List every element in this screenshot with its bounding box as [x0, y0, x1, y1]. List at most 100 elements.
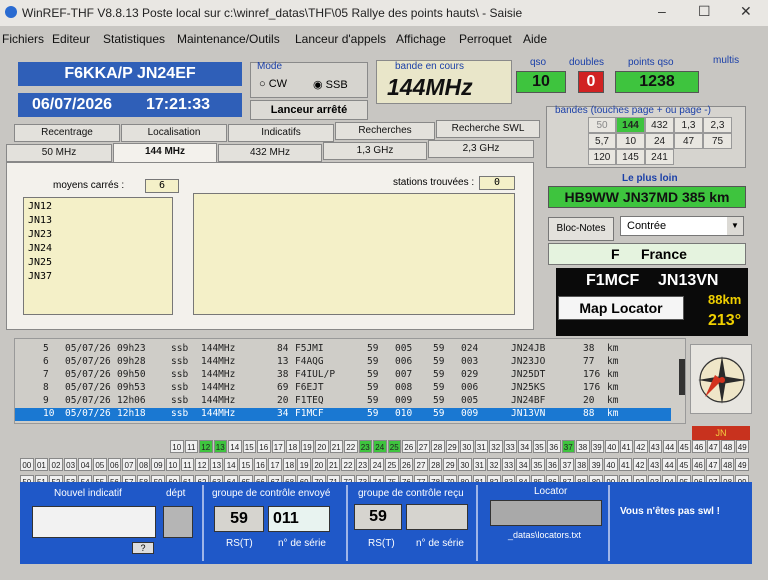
band-cell[interactable]: 5,7 — [588, 133, 616, 149]
log-row[interactable]: 8 05/07/26 09h53 ssb 144MHz 69 F6EJT 59 008 59 006… — [15, 382, 671, 395]
serial-cell[interactable]: 38 — [576, 440, 590, 453]
menu-perroquet[interactable]: Perroquet — [459, 32, 512, 46]
serial-cell[interactable]: 23 — [358, 440, 372, 453]
serial-cell[interactable]: 14 — [224, 458, 238, 471]
serial-cell[interactable]: 46 — [691, 458, 706, 471]
serial-cell[interactable]: 00 — [20, 458, 34, 471]
serial-cell[interactable]: 08 — [136, 458, 151, 471]
log-row[interactable]: 10 05/07/26 12h18 ssb 144MHz 34 F1MCF 59 010 59 00… — [15, 408, 671, 421]
serial-cell[interactable]: 42 — [633, 458, 647, 471]
tab-indicatifs[interactable]: Indicatifs — [228, 124, 334, 142]
tab-recherche-swl[interactable]: Recherche SWL — [436, 120, 540, 138]
serial-cell[interactable]: 49 — [735, 440, 749, 453]
serial-cell[interactable]: 13 — [209, 458, 224, 471]
serial-cell[interactable]: 31 — [472, 458, 487, 471]
serial-cell[interactable]: 14 — [228, 440, 242, 453]
serial-cell[interactable]: 43 — [647, 458, 662, 471]
serial-cell[interactable]: 40 — [605, 440, 619, 453]
serial-cell[interactable]: 28 — [428, 458, 443, 471]
square-item[interactable]: JN24 — [28, 242, 168, 256]
band-cell[interactable]: 47 — [674, 133, 703, 149]
serial-cell[interactable]: 30 — [460, 440, 474, 453]
mode-cw-radio[interactable]: ○ CW — [259, 78, 287, 90]
serial-cell[interactable]: 39 — [590, 440, 604, 453]
square-item[interactable]: JN12 — [28, 200, 168, 214]
serial-cell[interactable]: 10 — [166, 458, 180, 471]
band-cell[interactable]: 75 — [703, 133, 732, 149]
serial-cell[interactable]: 38 — [574, 458, 589, 471]
square-item[interactable]: JN37 — [28, 270, 168, 284]
serial-cell[interactable]: 45 — [677, 458, 691, 471]
log-row[interactable]: 6 05/07/26 09h28 ssb 144MHz 13 F4AQG 59 006 59 003… — [15, 356, 671, 369]
recv-rs[interactable]: 59 — [354, 504, 402, 530]
serial-cell[interactable]: 23 — [355, 458, 370, 471]
menu-editeur[interactable]: Editeur — [52, 32, 90, 46]
band-cell[interactable]: 1,3 — [674, 117, 703, 133]
serial-cell[interactable]: 34 — [516, 458, 530, 471]
serial-cell[interactable]: 47 — [706, 440, 720, 453]
sent-serial[interactable]: 011 — [268, 506, 330, 532]
serial-cell[interactable]: 18 — [282, 458, 297, 471]
serial-cell[interactable]: 11 — [184, 440, 198, 453]
log-row[interactable]: 5 05/07/26 09h23 ssb 144MHz 84 F5JMI 59 005 59 024… — [15, 343, 671, 356]
serial-cell[interactable]: 36 — [545, 458, 560, 471]
square-item[interactable]: JN25 — [28, 256, 168, 270]
tab-recentrage[interactable]: Recentrage — [14, 124, 120, 142]
serial-cell[interactable]: 17 — [268, 458, 282, 471]
band-cell[interactable]: 10 — [616, 133, 645, 149]
map-locator-button[interactable]: Map Locator — [558, 296, 684, 320]
square-item[interactable]: JN13 — [28, 214, 168, 228]
serial-cell[interactable]: 30 — [458, 458, 472, 471]
serial-cell[interactable]: 26 — [402, 440, 416, 453]
serial-cell[interactable]: 15 — [242, 440, 256, 453]
serial-cell[interactable]: 16 — [257, 440, 271, 453]
band-cell[interactable]: 2,3 — [703, 117, 732, 133]
serial-cell[interactable]: 33 — [503, 440, 517, 453]
band-cell-selected[interactable]: 144 — [616, 117, 645, 133]
serial-cell[interactable]: 29 — [443, 458, 457, 471]
stations-list[interactable] — [193, 193, 515, 315]
qso-log[interactable]: 5 05/07/26 09h23 ssb 144MHz 84 F5JMI 59 005 59 024… — [14, 338, 686, 424]
minimize-icon[interactable]: – — [658, 3, 666, 19]
launcher-button[interactable]: Lanceur arrêté — [250, 100, 368, 120]
serial-cell[interactable]: 49 — [735, 458, 749, 471]
serial-cell[interactable]: 33 — [501, 458, 516, 471]
serial-cell[interactable]: 22 — [344, 440, 358, 453]
square-item[interactable]: JN23 — [28, 228, 168, 242]
serial-cell[interactable]: 29 — [445, 440, 459, 453]
serial-cell[interactable]: 26 — [399, 458, 414, 471]
tab-144mhz[interactable]: 144 MHz — [113, 143, 217, 163]
serial-cell[interactable]: 36 — [547, 440, 561, 453]
serial-cell[interactable]: 12 — [199, 440, 213, 453]
serial-cell[interactable]: 09 — [151, 458, 165, 471]
serial-cell[interactable]: 17 — [271, 440, 285, 453]
new-call-input[interactable] — [32, 506, 156, 538]
serial-cell[interactable]: 12 — [195, 458, 209, 471]
serial-cell[interactable]: 27 — [414, 458, 428, 471]
menu-statistiques[interactable]: Statistiques — [103, 32, 165, 46]
close-icon[interactable]: ✕ — [740, 3, 752, 20]
serial-cell[interactable]: 41 — [619, 440, 633, 453]
serial-cell[interactable]: 21 — [326, 458, 341, 471]
menu-aide[interactable]: Aide — [523, 32, 547, 46]
serial-cell[interactable]: 32 — [487, 458, 501, 471]
serial-cell[interactable]: 21 — [329, 440, 343, 453]
menu-affichage[interactable]: Affichage — [396, 32, 446, 46]
log-row[interactable]: 7 05/07/26 09h50 ssb 144MHz 38 F4IUL/P 59 007 59 0… — [15, 369, 671, 382]
notes-button[interactable]: Bloc-Notes — [548, 217, 614, 241]
serial-cell[interactable]: 24 — [373, 440, 387, 453]
serial-cell[interactable]: 27 — [416, 440, 430, 453]
serial-cell[interactable]: 01 — [34, 458, 49, 471]
serial-cell[interactable]: 48 — [721, 440, 735, 453]
tab-localisation[interactable]: Localisation — [121, 124, 227, 142]
serial-cell[interactable]: 45 — [677, 440, 691, 453]
band-cell[interactable]: 432 — [645, 117, 674, 133]
serial-cell[interactable]: 42 — [634, 440, 648, 453]
serial-cell[interactable]: 19 — [297, 458, 311, 471]
serial-cell[interactable]: 05 — [93, 458, 107, 471]
serial-cell[interactable]: 07 — [122, 458, 136, 471]
country-select[interactable]: Contrée ▼ — [620, 216, 744, 236]
serial-cell[interactable]: 16 — [253, 458, 268, 471]
serial-cell[interactable]: 18 — [286, 440, 300, 453]
serial-cell[interactable]: 19 — [300, 440, 314, 453]
